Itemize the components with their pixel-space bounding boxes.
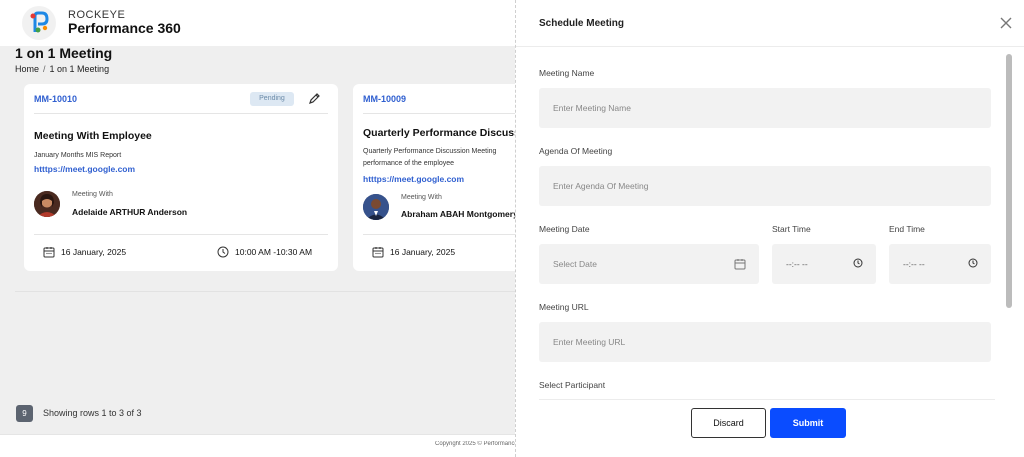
avatar — [34, 191, 60, 217]
discard-button[interactable]: Discard — [691, 408, 766, 438]
meeting-link[interactable]: htttps://meet.google.com — [34, 164, 135, 174]
clock-icon — [217, 246, 229, 258]
brand-main: Performance 360 — [68, 20, 181, 37]
meeting-url-label: Meeting URL — [539, 302, 589, 312]
meeting-with-name: Abraham ABAH Montgomery — [401, 209, 518, 219]
meeting-date: 16 January, 2025 — [372, 246, 455, 258]
start-time-label: Start Time — [772, 224, 811, 234]
status-badge: Pending — [250, 92, 294, 106]
participant-label: Select Participant — [539, 380, 606, 390]
logo-icon[interactable] — [22, 6, 56, 40]
breadcrumb-home[interactable]: Home — [15, 64, 39, 74]
agenda-input[interactable]: Enter Agenda Of Meeting — [539, 166, 991, 206]
end-time-label: End Time — [889, 224, 925, 234]
meeting-card[interactable]: MM-10010 Pending Meeting With Employee J… — [24, 84, 338, 271]
rows-status: Showing rows 1 to 3 of 3 — [43, 408, 142, 418]
calendar-icon — [43, 247, 55, 258]
breadcrumb-current: 1 on 1 Meeting — [49, 64, 110, 74]
close-icon[interactable] — [999, 16, 1013, 30]
meeting-date-text: 16 January, 2025 — [61, 247, 127, 257]
meeting-date: 16 January, 2025 — [43, 246, 126, 258]
meeting-desc: January Months MIS Report — [34, 152, 122, 159]
meeting-date-placeholder: Select Date — [553, 259, 597, 269]
clock-icon[interactable] — [853, 258, 863, 270]
meeting-with-label: Meeting With — [401, 194, 442, 201]
breadcrumb: Home/1 on 1 Meeting — [15, 64, 110, 74]
drawer-title: Schedule Meeting — [539, 18, 625, 29]
calendar-icon — [372, 247, 384, 258]
start-time-input[interactable]: --:-- -- — [772, 244, 876, 284]
copyright: Copyright 2025 © Performance 360 — [435, 441, 515, 447]
meeting-title: Quarterly Performance Discussion — [363, 127, 536, 139]
meeting-name-input[interactable]: Enter Meeting Name — [539, 88, 991, 128]
edit-icon[interactable] — [307, 92, 321, 111]
drawer-scrollbar[interactable] — [1006, 54, 1012, 308]
calendar-icon[interactable] — [734, 258, 746, 272]
schedule-meeting-drawer: Schedule Meeting Meeting Name Enter Meet… — [515, 0, 1024, 457]
avatar — [363, 194, 389, 220]
meeting-date-label: Meeting Date — [539, 224, 590, 234]
meeting-date-text: 16 January, 2025 — [390, 247, 456, 257]
meeting-link[interactable]: htttps://meet.google.com — [363, 174, 464, 184]
meeting-name-label: Meeting Name — [539, 68, 595, 78]
agenda-label: Agenda Of Meeting — [539, 146, 613, 156]
rows-per-page-select[interactable]: 9 — [16, 405, 33, 422]
start-time-value: --:-- -- — [786, 259, 808, 269]
end-time-input[interactable]: --:-- -- — [889, 244, 991, 284]
meeting-with-label: Meeting With — [72, 191, 113, 198]
meeting-url-input[interactable]: Enter Meeting URL — [539, 322, 991, 362]
clock-icon[interactable] — [968, 258, 978, 270]
meeting-id[interactable]: MM-10010 — [34, 94, 77, 104]
meeting-id[interactable]: MM-10009 — [363, 94, 406, 104]
brand: ROCKEYE Performance 360 — [68, 9, 181, 37]
page-title: 1 on 1 Meeting — [15, 45, 113, 61]
meeting-time: 10:00 AM -10:30 AM — [217, 246, 312, 258]
meeting-time-text: 10:00 AM -10:30 AM — [235, 247, 313, 257]
meeting-title: Meeting With Employee — [34, 130, 152, 142]
meeting-with-name: Adelaide ARTHUR Anderson — [72, 207, 188, 217]
end-time-value: --:-- -- — [903, 259, 925, 269]
meeting-date-input[interactable]: Select Date — [539, 244, 759, 284]
submit-button[interactable]: Submit — [770, 408, 846, 438]
